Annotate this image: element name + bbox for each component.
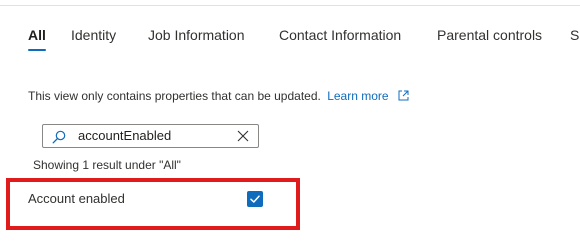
search-icon [52, 130, 66, 144]
info-message: This view only contains properties that … [28, 88, 409, 104]
search-input[interactable] [78, 128, 228, 144]
property-tabs: All Identity Job Information Contact Inf… [28, 26, 580, 51]
external-link-icon [398, 90, 409, 101]
top-divider [0, 5, 580, 6]
tab-identity[interactable]: Identity [71, 26, 116, 44]
account-enabled-label: Account enabled [28, 191, 125, 206]
learn-more-label: Learn more [327, 89, 389, 103]
result-summary: Showing 1 result under "All" [33, 158, 181, 172]
tab-contact-information[interactable]: Contact Information [279, 26, 401, 44]
tab-all[interactable]: All [28, 26, 46, 51]
account-enabled-checkbox[interactable] [247, 191, 263, 207]
property-search-box[interactable] [42, 124, 259, 148]
tab-parental-controls[interactable]: Parental controls [437, 26, 542, 44]
tab-job-information[interactable]: Job Information [148, 26, 245, 44]
checkmark-icon [250, 195, 260, 203]
learn-more-link[interactable]: Learn more [327, 89, 409, 103]
user-properties-page: All Identity Job Information Contact Inf… [0, 0, 580, 252]
info-text: This view only contains properties that … [28, 89, 321, 103]
close-icon[interactable] [237, 130, 249, 142]
tab-settings-truncated[interactable]: Se [570, 26, 580, 44]
